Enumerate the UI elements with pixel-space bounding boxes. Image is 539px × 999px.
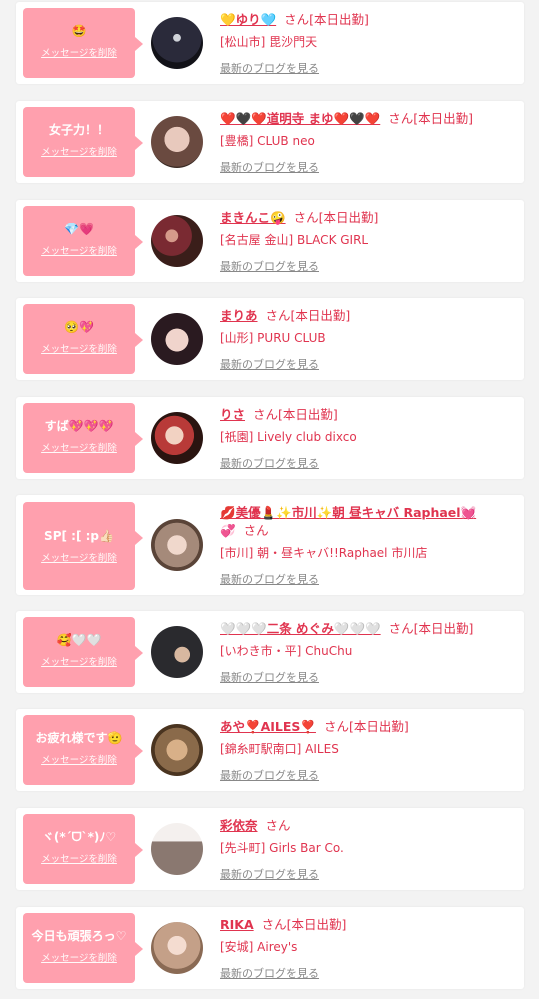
status-badge: [本日出勤] (413, 621, 474, 636)
message-text: お疲れ様です🫡 (35, 731, 123, 745)
delete-message-link[interactable]: メッセージを削除 (23, 752, 135, 766)
honorific: さん (265, 308, 291, 323)
message-text: 女子力！！ (48, 123, 109, 137)
delete-message-link[interactable]: メッセージを削除 (23, 654, 135, 668)
latest-blog-link[interactable]: 最新のブログを見る (220, 866, 319, 882)
profile-name-link[interactable]: りさ (220, 407, 245, 422)
message-bubble: 🤩 メッセージを削除 (23, 8, 143, 78)
message-text: 💎💗 (64, 222, 94, 236)
delete-message-link[interactable]: メッセージを削除 (23, 341, 135, 355)
honorific: さん (243, 523, 269, 538)
honorific: さん (323, 719, 349, 734)
message-card: 🥰🤍🤍 メッセージを削除 🤍🤍🤍二条 めぐみ🤍🤍🤍 さん[本日出勤] [いわき市・… (16, 611, 524, 693)
latest-blog-link[interactable]: 最新のブログを見る (220, 571, 319, 587)
honorific: さん (388, 111, 414, 126)
avatar[interactable] (151, 823, 203, 875)
profile-name-link[interactable]: 💛ゆり🩵 (220, 12, 276, 27)
avatar[interactable] (151, 116, 203, 168)
honorific: さん (265, 818, 291, 833)
latest-blog-link[interactable]: 最新のブログを見る (220, 356, 319, 372)
profile-name-link[interactable]: 💋美優💄✨市川✨朝 昼キャバ Raphael💓 (220, 505, 476, 520)
profile-name-link-cont[interactable]: 💞 (220, 523, 236, 538)
message-bubble: 💎💗 メッセージを削除 (23, 206, 143, 276)
shop-info: [山形] PURU CLUB (220, 331, 326, 345)
latest-blog-link[interactable]: 最新のブログを見る (220, 455, 319, 471)
avatar[interactable] (151, 215, 203, 267)
message-card: SP[ :[ :p👍🏻 メッセージを削除 💋美優💄✨市川✨朝 昼キャバ Raph… (16, 495, 524, 595)
message-card: お疲れ様です🫡 メッセージを削除 あや❣️AILES❣️ さん[本日出勤] [錦糸… (16, 709, 524, 791)
message-bubble: 🥺💖 メッセージを削除 (23, 304, 143, 374)
message-card: ヾ(*ˊᗜˋ*)ﾉ♡ メッセージを削除 彩依奈 さん [先斗町] Girls Ba… (16, 808, 524, 890)
avatar[interactable] (151, 724, 203, 776)
shop-info: [祇園] Lively club dixco (220, 430, 357, 444)
message-bubble: お疲れ様です🫡 メッセージを削除 (23, 715, 143, 785)
message-card: 🤩 メッセージを削除 💛ゆり🩵 さん[本日出勤] [松山市] 毘沙門天 最新のブロ… (16, 2, 524, 84)
shop-info: [いわき市・平] ChuChu (220, 644, 353, 658)
profile-name-link[interactable]: まきんこ🤪 (220, 210, 286, 225)
message-text: 今日も頑張ろっ♡ (31, 929, 127, 943)
message-text: 🤩 (71, 24, 87, 38)
shop-info: [錦糸町駅南口] AILES (220, 742, 339, 756)
message-bubble: SP[ :[ :p👍🏻 メッセージを削除 (23, 502, 143, 590)
message-bubble: 今日も頑張ろっ♡ メッセージを削除 (23, 913, 143, 983)
delete-message-link[interactable]: メッセージを削除 (23, 243, 135, 257)
message-text: 🥰🤍🤍 (56, 633, 102, 647)
honorific: さん (293, 210, 319, 225)
avatar[interactable] (151, 313, 203, 365)
message-card: 💎💗 メッセージを削除 まきんこ🤪 さん[本日出勤] [名古屋 金山] BLACK… (16, 200, 524, 282)
message-text: すば💖💖💖 (44, 419, 114, 433)
message-text: 🥺💖 (64, 320, 94, 334)
avatar[interactable] (151, 519, 203, 571)
shop-info: [豊橋] CLUB neo (220, 134, 315, 148)
shop-info: [名古屋 金山] BLACK GIRL (220, 233, 369, 247)
status-badge: [本日出勤] (278, 407, 338, 422)
delete-message-link[interactable]: メッセージを削除 (23, 144, 135, 158)
avatar[interactable] (151, 626, 203, 678)
latest-blog-link[interactable]: 最新のブログを見る (220, 965, 319, 981)
shop-info: [安城] Airey's (220, 940, 298, 954)
message-bubble: 🥰🤍🤍 メッセージを削除 (23, 617, 143, 687)
honorific: さん (284, 12, 310, 27)
status-badge: [本日出勤] (318, 210, 379, 225)
latest-blog-link[interactable]: 最新のブログを見る (220, 258, 319, 274)
profile-name-link[interactable]: ❤️🖤❤️道明寺 まゆ❤️🖤❤️ (220, 111, 380, 126)
status-badge: [本日出勤] (290, 308, 351, 323)
shop-info: [先斗町] Girls Bar Co. (220, 841, 344, 855)
message-bubble: 女子力！！ メッセージを削除 (23, 107, 143, 177)
shop-info: [松山市] 毘沙門天 (220, 35, 318, 49)
message-card: 🥺💖 メッセージを削除 まりあ さん[本日出勤] [山形] PURU CLUB 最… (16, 298, 524, 380)
message-card: 今日も頑張ろっ♡ メッセージを削除 RIKA さん[本日出勤] [安城] Aire… (16, 907, 524, 989)
profile-name-link[interactable]: あや❣️AILES❣️ (220, 719, 316, 734)
honorific: さん (388, 621, 414, 636)
status-badge: [本日出勤] (413, 111, 474, 126)
delete-message-link[interactable]: メッセージを削除 (23, 950, 135, 964)
profile-name-link[interactable]: 彩依奈 (220, 818, 258, 833)
profile-name-link[interactable]: まりあ (220, 308, 258, 323)
message-bubble: すば💖💖💖 メッセージを削除 (23, 403, 143, 473)
latest-blog-link[interactable]: 最新のブログを見る (220, 159, 319, 175)
delete-message-link[interactable]: メッセージを削除 (23, 440, 135, 454)
shop-info: [市川] 朝・昼キャバ!!Raphael 市川店 (220, 546, 428, 560)
latest-blog-link[interactable]: 最新のブログを見る (220, 767, 319, 783)
status-badge: [本日出勤] (286, 917, 347, 932)
latest-blog-link[interactable]: 最新のブログを見る (220, 669, 319, 685)
delete-message-link[interactable]: メッセージを削除 (23, 45, 135, 59)
delete-message-link[interactable]: メッセージを削除 (23, 550, 135, 564)
status-badge: [本日出勤] (309, 12, 369, 27)
delete-message-link[interactable]: メッセージを削除 (23, 851, 135, 865)
profile-name-link[interactable]: RIKA (220, 917, 254, 932)
message-text: SP[ :[ :p👍🏻 (44, 529, 114, 543)
honorific: さん (261, 917, 287, 932)
avatar[interactable] (151, 922, 203, 974)
status-badge: [本日出勤] (348, 719, 409, 734)
avatar[interactable] (151, 412, 203, 464)
message-card: 女子力！！ メッセージを削除 ❤️🖤❤️道明寺 まゆ❤️🖤❤️ さん[本日出勤] … (16, 101, 524, 183)
avatar[interactable] (151, 17, 203, 69)
honorific: さん (253, 407, 279, 422)
message-card: すば💖💖💖 メッセージを削除 りさ さん[本日出勤] [祇園] Lively cl… (16, 397, 524, 479)
message-text: ヾ(*ˊᗜˋ*)ﾉ♡ (41, 830, 117, 844)
profile-name-link[interactable]: 🤍🤍🤍二条 めぐみ🤍🤍🤍 (220, 621, 381, 636)
message-bubble: ヾ(*ˊᗜˋ*)ﾉ♡ メッセージを削除 (23, 814, 143, 884)
latest-blog-link[interactable]: 最新のブログを見る (220, 60, 319, 76)
